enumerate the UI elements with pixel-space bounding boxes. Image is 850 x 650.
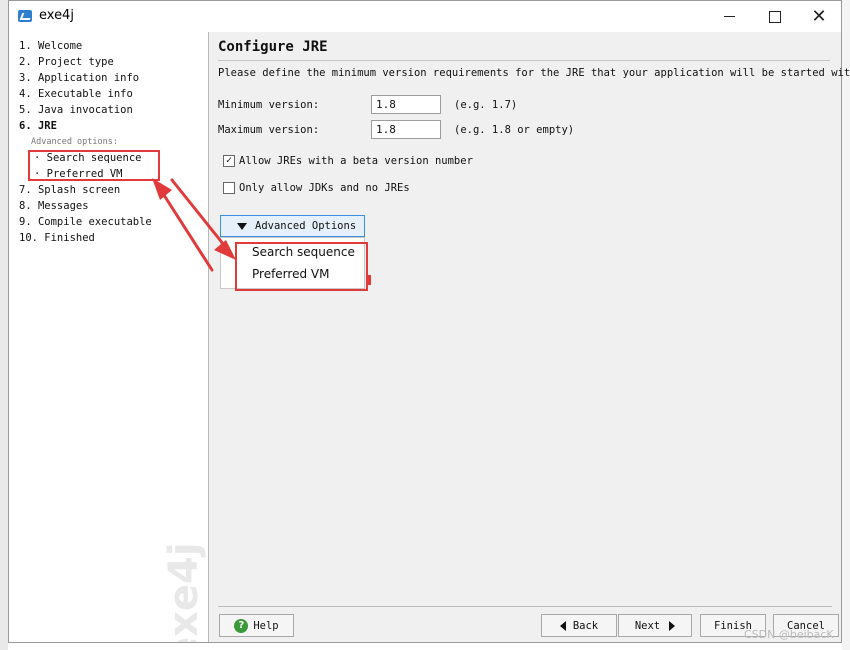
step-executable-info[interactable]: 4. Executable info <box>19 86 152 102</box>
maximize-icon <box>769 10 781 23</box>
advanced-options-button[interactable]: Advanced Options <box>220 215 365 237</box>
back-button-label: Back <box>572 619 599 632</box>
allow-beta-checkbox[interactable]: ✓ <box>223 155 235 167</box>
step-compile-executable[interactable]: 9. Compile executable <box>19 214 152 230</box>
next-button[interactable]: Next <box>618 614 692 637</box>
close-button[interactable]: ✕ <box>796 1 842 32</box>
triangle-down-icon <box>237 222 247 230</box>
title-divider <box>218 60 830 61</box>
min-version-hint: (e.g. 1.7) <box>454 99 518 111</box>
wizard-sidebar: 1. Welcome 2. Project type 3. Applicatio… <box>9 32 209 642</box>
help-button[interactable]: ? Help <box>219 614 294 637</box>
window-title: exe4j <box>39 8 74 23</box>
advanced-options-button-label: Advanced Options <box>255 220 357 232</box>
background-strip-left <box>0 0 8 650</box>
exe4j-window: exe4j ✕ 1. Welcome 2. Project type 3. Ap… <box>8 0 850 643</box>
exe4j-watermark: exe4j <box>161 542 207 642</box>
step-welcome[interactable]: 1. Welcome <box>19 38 152 54</box>
step-splash-screen[interactable]: 7. Splash screen <box>19 182 152 198</box>
footer-divider <box>218 606 832 607</box>
max-version-label: Maximum version: <box>218 124 320 136</box>
maximize-button[interactable] <box>752 1 798 32</box>
step-application-info[interactable]: 3. Application info <box>19 70 152 86</box>
next-button-label: Next <box>634 619 661 632</box>
jre-config-panel: Configure JRE Please define the minimum … <box>209 32 850 642</box>
advanced-options-label: Advanced options: <box>31 137 118 147</box>
step-java-invocation[interactable]: 5. Java invocation <box>19 102 152 118</box>
exe4j-app-icon <box>18 10 32 22</box>
menu-highlight-tab <box>366 275 371 285</box>
close-icon: ✕ <box>811 5 827 27</box>
only-jdks-checkbox[interactable] <box>223 182 235 194</box>
csdn-credit: CSDN @beibacK <box>744 628 834 641</box>
help-button-label: Help <box>253 619 279 632</box>
menu-highlight-box <box>235 242 368 291</box>
step-messages[interactable]: 8. Messages <box>19 198 152 214</box>
title-bar: exe4j ✕ <box>9 1 841 32</box>
max-version-field[interactable]: 1.8 <box>371 120 441 139</box>
help-icon: ? <box>234 618 249 633</box>
step-list: 1. Welcome 2. Project type 3. Applicatio… <box>19 38 152 246</box>
page-description: Please define the minimum version requir… <box>218 67 850 79</box>
back-arrow-icon <box>559 620 566 631</box>
step-finished[interactable]: 10. Finished <box>19 230 152 246</box>
minimize-button[interactable] <box>706 1 752 32</box>
sidebar-highlight-box <box>28 150 160 181</box>
step-jre[interactable]: 6. JRE <box>19 118 152 134</box>
next-arrow-icon <box>669 620 676 631</box>
allow-beta-label: Allow JREs with a beta version number <box>239 155 473 167</box>
background-strip-right <box>842 0 850 650</box>
only-jdks-label: Only allow JDKs and no JREs <box>239 182 410 194</box>
step-project-type[interactable]: 2. Project type <box>19 54 152 70</box>
min-version-field[interactable]: 1.8 <box>371 95 441 114</box>
page-title: Configure JRE <box>218 39 328 55</box>
min-version-label: Minimum version: <box>218 99 320 111</box>
max-version-hint: (e.g. 1.8 or empty) <box>454 124 575 136</box>
minimize-icon <box>723 16 735 17</box>
back-button[interactable]: Back <box>541 614 617 637</box>
